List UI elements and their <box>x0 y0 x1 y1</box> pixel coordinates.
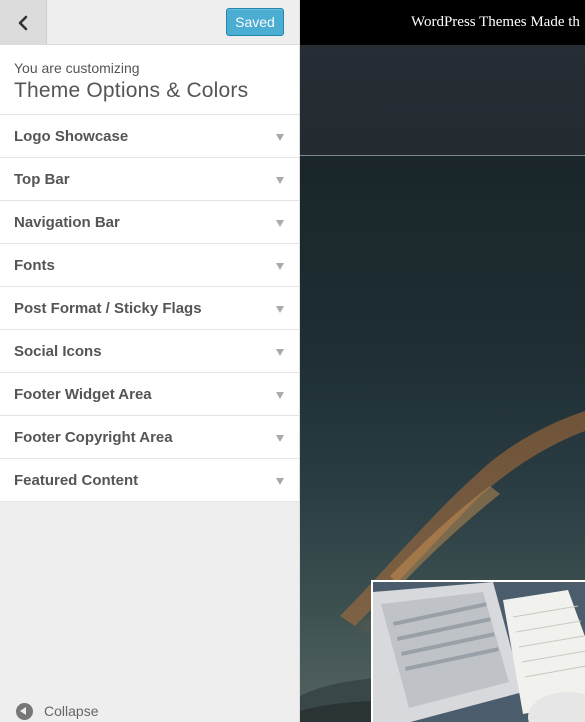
section-fonts[interactable]: Fonts <box>0 244 299 287</box>
section-label: Fonts <box>14 257 55 274</box>
section-list: Logo Showcase Top Bar Navigation Bar Fon… <box>0 115 299 502</box>
customizer-header: Saved <box>0 0 299 45</box>
customizer-sidebar: Saved You are customizing Theme Options … <box>0 0 300 722</box>
laptop-planner-image <box>373 582 585 722</box>
customizing-label: You are customizing <box>14 60 140 76</box>
caret-down-icon <box>276 306 284 313</box>
section-label: Top Bar <box>14 171 70 188</box>
featured-post-thumbnail[interactable] <box>371 580 585 722</box>
back-button[interactable] <box>0 0 47 45</box>
customizer-info: You are customizing Theme Options & Colo… <box>0 45 299 115</box>
section-label: Logo Showcase <box>14 128 129 145</box>
chevron-left-icon <box>18 15 28 30</box>
caret-down-icon <box>276 220 284 227</box>
section-navigation-bar[interactable]: Navigation Bar <box>0 201 299 244</box>
preview-header-area <box>300 45 585 156</box>
site-preview[interactable]: WordPress Themes Made th <box>300 0 585 722</box>
saved-button[interactable]: Saved <box>226 8 284 36</box>
collapse-button[interactable]: Collapse <box>16 702 98 720</box>
section-footer-widget-area[interactable]: Footer Widget Area <box>0 373 299 416</box>
section-logo-showcase[interactable]: Logo Showcase <box>0 115 299 158</box>
collapse-label: Collapse <box>44 703 99 719</box>
caret-down-icon <box>276 177 284 184</box>
caret-down-icon <box>276 478 284 485</box>
section-label: Post Format / Sticky Flags <box>14 300 202 317</box>
caret-down-icon <box>276 263 284 270</box>
caret-down-icon <box>276 134 284 141</box>
section-label: Footer Copyright Area <box>14 429 173 446</box>
section-label: Navigation Bar <box>14 214 120 231</box>
caret-down-icon <box>276 349 284 356</box>
section-top-bar[interactable]: Top Bar <box>0 158 299 201</box>
section-label: Footer Widget Area <box>14 386 152 403</box>
caret-down-icon <box>276 435 284 442</box>
section-social-icons[interactable]: Social Icons <box>0 330 299 373</box>
section-footer-copyright-area[interactable]: Footer Copyright Area <box>0 416 299 459</box>
section-label: Featured Content <box>14 472 139 489</box>
section-featured-content[interactable]: Featured Content <box>0 459 299 502</box>
site-tagline: WordPress Themes Made th <box>411 14 580 30</box>
section-post-format-sticky-flags[interactable]: Post Format / Sticky Flags <box>0 287 299 330</box>
panel-title: Theme Options & Colors <box>14 79 249 102</box>
preview-top-bar: WordPress Themes Made th <box>300 0 585 45</box>
caret-down-icon <box>276 392 284 399</box>
collapse-arrow-icon <box>16 702 33 720</box>
section-label: Social Icons <box>14 343 102 360</box>
